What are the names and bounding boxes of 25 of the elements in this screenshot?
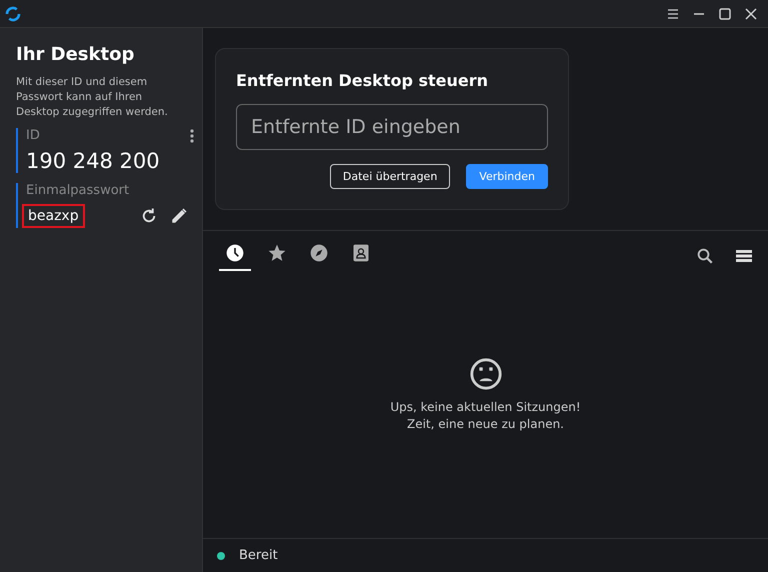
- more-icon[interactable]: [190, 128, 194, 142]
- id-label: ID: [26, 128, 40, 143]
- menu-icon[interactable]: [666, 6, 680, 20]
- status-text: Bereit: [239, 548, 278, 563]
- empty-message: Ups, keine aktuellen Sitzungen! Zeit, eine neue zu planen.: [390, 398, 581, 432]
- file-transfer-button[interactable]: Datei übertragen: [330, 164, 450, 189]
- id-value: 190 248 200: [26, 149, 161, 173]
- remote-id-field[interactable]: Entfernte ID eingeben: [236, 104, 548, 150]
- password-value: beazxp: [22, 204, 85, 228]
- card-title: Entfernten Desktop steuern: [236, 71, 490, 90]
- refresh-icon[interactable]: [140, 207, 158, 225]
- sidebar-title: Ihr Desktop: [16, 44, 136, 65]
- list-view-icon[interactable]: [736, 249, 752, 263]
- compass-icon: [309, 243, 329, 263]
- clock-icon: [225, 243, 245, 263]
- search-icon[interactable]: [696, 247, 714, 265]
- contact-icon: [351, 243, 371, 263]
- maximize-icon[interactable]: [718, 6, 732, 20]
- star-icon: [267, 243, 287, 263]
- close-icon[interactable]: [744, 6, 758, 20]
- app-logo-icon: [4, 4, 22, 22]
- sidebar-description: Mit dieser ID und diesem Passwort kann auf Ihren Desktop zugegriffen werden.: [16, 75, 169, 120]
- password-label: Einmalpasswort: [26, 183, 130, 198]
- sad-face-icon: [468, 356, 502, 390]
- pencil-icon[interactable]: [170, 207, 188, 225]
